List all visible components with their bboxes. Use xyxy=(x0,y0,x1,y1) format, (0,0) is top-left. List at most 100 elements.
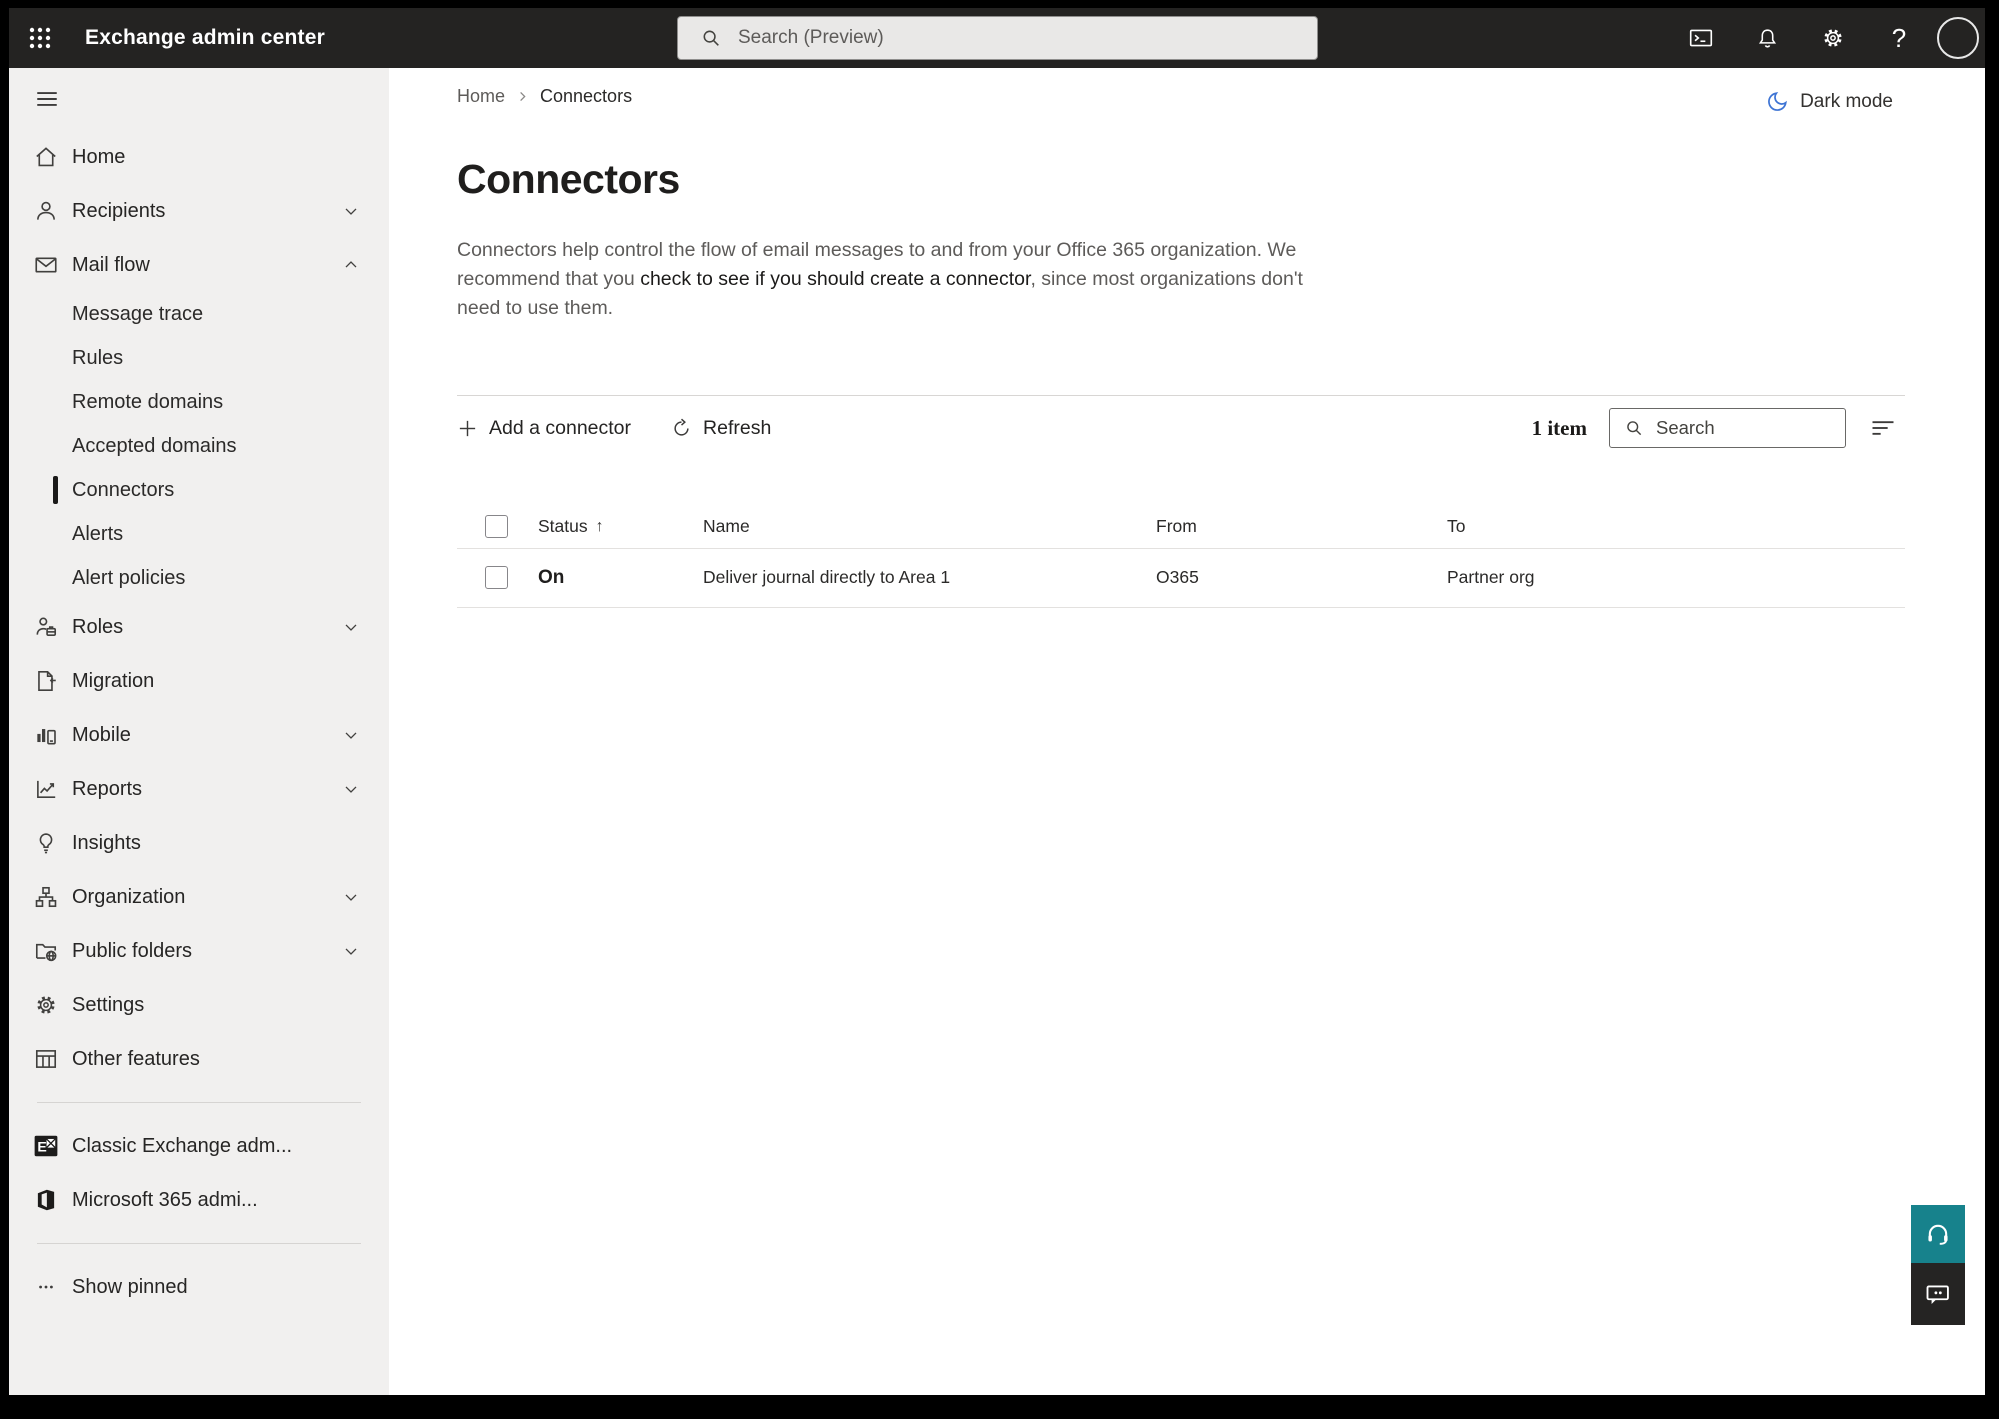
sort-ascending-icon: ↑ xyxy=(595,517,604,535)
sidebar-item-label: Alert policies xyxy=(72,566,186,589)
refresh-label: Refresh xyxy=(703,416,772,439)
terminal-icon xyxy=(1688,25,1714,51)
sidebar-item-microsoft-365-admin[interactable]: Microsoft 365 admi... xyxy=(9,1173,389,1227)
account-avatar[interactable] xyxy=(1937,17,1979,59)
sidebar-item-label: Insights xyxy=(72,831,141,854)
breadcrumb: Home Connectors xyxy=(457,86,632,107)
feedback-button[interactable] xyxy=(1911,1263,1965,1325)
sidebar-item-migration[interactable]: Migration xyxy=(9,654,389,708)
table-row[interactable]: On Deliver journal directly to Area 1 O3… xyxy=(457,548,1905,607)
column-header-status[interactable]: Status ↑ xyxy=(538,516,703,537)
home-icon xyxy=(33,144,59,170)
breadcrumb-current[interactable]: Connectors xyxy=(540,86,632,107)
settings-button[interactable] xyxy=(1801,8,1865,68)
breadcrumb-home-link[interactable]: Home xyxy=(457,86,505,107)
sidebar-item-mail-flow[interactable]: Mail flow xyxy=(9,238,389,292)
gear-icon xyxy=(1820,25,1846,51)
support-button[interactable] xyxy=(1911,1205,1965,1263)
sidebar-item-alerts[interactable]: Alerts xyxy=(9,512,389,556)
table-divider xyxy=(457,607,1905,608)
list-search-box[interactable] xyxy=(1609,408,1846,448)
toolbar-divider xyxy=(457,395,1905,396)
sidebar-divider xyxy=(37,1243,361,1244)
sidebar-item-label: Remote domains xyxy=(72,390,224,413)
global-search-box[interactable] xyxy=(677,16,1318,60)
svg-text:E: E xyxy=(37,1138,46,1154)
sidebar-item-label: Mail flow xyxy=(72,253,150,276)
sidebar-item-show-pinned[interactable]: Show pinned xyxy=(9,1260,389,1314)
sidebar-item-label: Mobile xyxy=(72,723,131,746)
sidebar-item-rules[interactable]: Rules xyxy=(9,336,389,380)
sidebar-item-recipients[interactable]: Recipients xyxy=(9,184,389,238)
notifications-button[interactable] xyxy=(1735,8,1799,68)
sidebar-item-label: Classic Exchange adm... xyxy=(72,1134,293,1157)
connector-status: On xyxy=(538,566,565,588)
add-connector-label: Add a connector xyxy=(489,416,632,439)
column-header-name[interactable]: Name xyxy=(703,516,1156,537)
sidebar-item-label: Accepted domains xyxy=(72,434,237,457)
column-header-label: Status xyxy=(538,516,588,536)
filter-button[interactable] xyxy=(1866,411,1900,445)
chat-icon xyxy=(1924,1280,1952,1308)
sidebar-item-classic-exchange-admin[interactable]: E Classic Exchange adm... xyxy=(9,1119,389,1173)
create-connector-check-link[interactable]: check to see if you should create a conn… xyxy=(640,268,1030,290)
sidebar-item-reports[interactable]: Reports xyxy=(9,762,389,816)
sidebar-item-label: Other features xyxy=(72,1047,200,1070)
app-launcher-button[interactable] xyxy=(17,8,63,68)
sidebar-item-label: Show pinned xyxy=(72,1275,188,1298)
select-all-checkbox[interactable] xyxy=(485,515,508,538)
page-description: Connectors help control the flow of emai… xyxy=(457,236,1313,323)
mobile-stats-icon xyxy=(33,722,59,748)
list-search-input[interactable] xyxy=(1656,417,1816,439)
sidebar-item-roles[interactable]: Roles xyxy=(9,600,389,654)
chevron-down-icon xyxy=(341,725,361,745)
sidebar-item-settings[interactable]: Settings xyxy=(9,978,389,1032)
sidebar-item-mobile[interactable]: Mobile xyxy=(9,708,389,762)
connector-name[interactable]: Deliver journal directly to Area 1 xyxy=(703,567,1156,588)
app-window: Exchange admin center Search (Preview) ?… xyxy=(9,8,1985,1395)
help-button[interactable]: ? xyxy=(1867,8,1931,68)
sidebar-item-alert-policies[interactable]: Alert policies xyxy=(9,556,389,600)
hamburger-icon xyxy=(34,86,60,112)
ellipsis-icon xyxy=(33,1274,59,1300)
main-content: Home Connectors Dark mode Connectors Con… xyxy=(389,68,1985,1395)
sidebar-item-label: Message trace xyxy=(72,302,204,325)
refresh-button[interactable]: Refresh xyxy=(671,417,771,440)
sidebar-item-label: Reports xyxy=(72,777,143,800)
table-header-row: Status ↑ Name From To xyxy=(457,505,1905,548)
row-select-cell xyxy=(457,566,538,589)
cloud-shell-button[interactable] xyxy=(1669,8,1733,68)
sidebar-item-message-trace[interactable]: Message trace xyxy=(9,292,389,336)
sidebar-item-home[interactable]: Home xyxy=(9,130,389,184)
document-arrow-icon xyxy=(33,668,59,694)
sidebar-item-organization[interactable]: Organization xyxy=(9,870,389,924)
global-search-input[interactable] xyxy=(738,27,1278,49)
collapse-nav-button[interactable] xyxy=(34,84,64,114)
column-header-from[interactable]: From xyxy=(1156,516,1447,537)
headset-icon xyxy=(1924,1220,1952,1248)
sidebar-item-accepted-domains[interactable]: Accepted domains xyxy=(9,424,389,468)
search-icon xyxy=(1624,418,1644,438)
moon-icon xyxy=(1766,90,1789,113)
column-header-to[interactable]: To xyxy=(1447,516,1905,537)
sidebar-item-label: Rules xyxy=(72,346,124,369)
sidebar-item-insights[interactable]: Insights xyxy=(9,816,389,870)
sidebar-divider xyxy=(37,1102,361,1103)
sidebar-item-label: Organization xyxy=(72,885,186,908)
add-connector-button[interactable]: Add a connector xyxy=(457,417,631,440)
connector-to: Partner org xyxy=(1447,567,1535,587)
chevron-down-icon xyxy=(341,941,361,961)
item-count: 1 item xyxy=(1531,415,1587,440)
sidebar-item-public-folders[interactable]: Public folders xyxy=(9,924,389,978)
sidebar-item-other-features[interactable]: Other features xyxy=(9,1032,389,1086)
person-icon xyxy=(33,198,59,224)
sidebar-item-remote-domains[interactable]: Remote domains xyxy=(9,380,389,424)
chevron-right-icon xyxy=(515,89,530,104)
microsoft-365-logo-icon xyxy=(33,1187,59,1213)
sidebar-item-connectors[interactable]: Connectors xyxy=(9,468,389,512)
sidebar-item-label: Migration xyxy=(72,669,155,692)
sidebar-item-label: Recipients xyxy=(72,199,166,222)
row-checkbox[interactable] xyxy=(485,566,508,589)
list-toolbar: Add a connector Refresh xyxy=(457,406,771,450)
dark-mode-toggle[interactable]: Dark mode xyxy=(1766,90,1893,113)
